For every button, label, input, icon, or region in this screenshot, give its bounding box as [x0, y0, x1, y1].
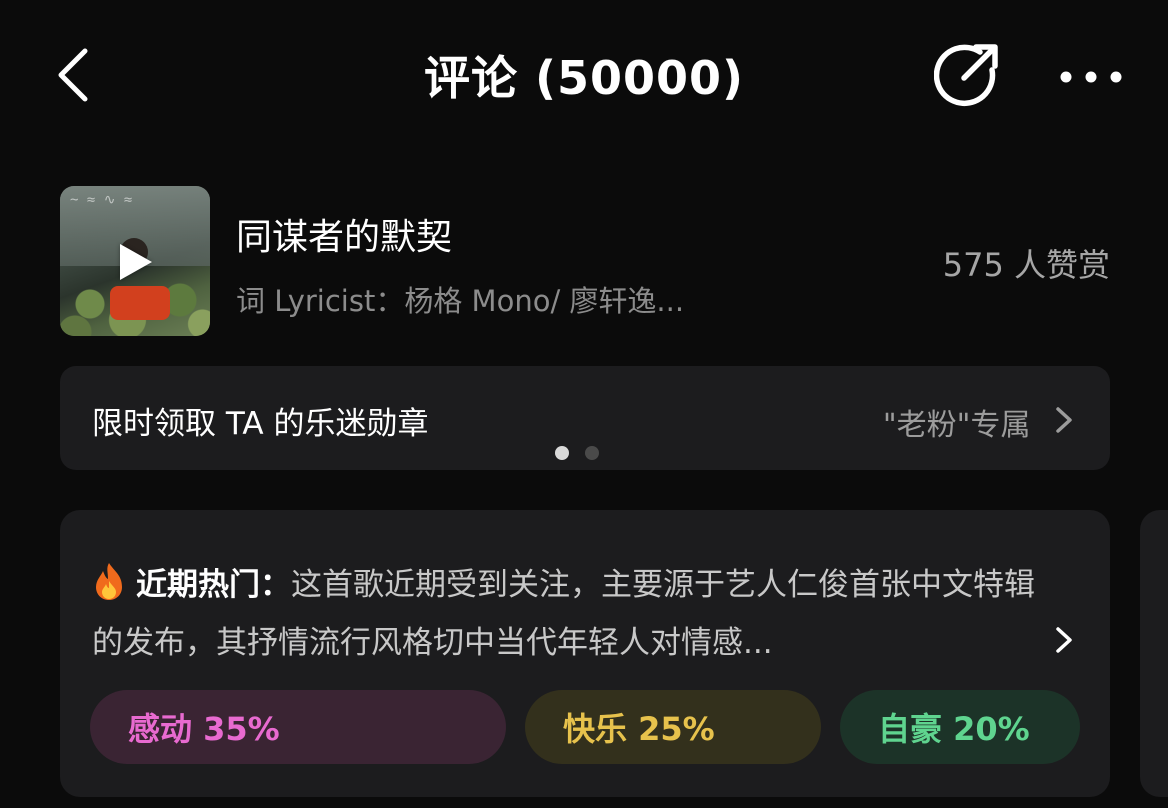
badge-text: 限时领取 TA 的乐迷勋章 [92, 406, 429, 442]
fire-icon [96, 563, 122, 600]
badge-right-label: "老粉"专属 [883, 400, 1070, 444]
chevron-right-icon [1056, 407, 1072, 433]
emotion-tags: 感动 35% 快乐 25% 自豪 20% [90, 690, 1080, 764]
share-icon [933, 44, 998, 107]
play-icon[interactable] [120, 244, 152, 280]
emotion-tag-happy[interactable]: 快乐 25% [525, 690, 821, 764]
song-info[interactable]: ~ ≈ ∿ ≈ 同谋者的默契 词 Lyricist：杨格 Mono/ 廖轩逸..… [60, 186, 1110, 336]
header: 评论 (50000) [0, 0, 1168, 150]
more-button[interactable] [1058, 60, 1124, 94]
chevron-right-icon[interactable] [1052, 626, 1076, 654]
song-credits: 词 Lyricist：杨格 Mono/ 廖轩逸... [236, 284, 685, 318]
pager-dots [555, 446, 599, 460]
song-title[interactable]: 同谋者的默契 [236, 208, 452, 260]
cover-chair [110, 286, 170, 320]
pager-dot [585, 446, 599, 460]
hot-card[interactable]: 近期热门：这首歌近期受到关注，主要源于艺人仁俊首张中文特辑的发布，其抒情流行风格… [60, 510, 1110, 797]
more-dots-icon [1060, 71, 1122, 83]
share-button[interactable] [933, 42, 1000, 108]
likes-count[interactable]: 575 人赞赏 [943, 240, 1110, 286]
emotion-tag-touched[interactable]: 感动 35% [90, 690, 506, 764]
album-cover[interactable]: ~ ≈ ∿ ≈ [60, 186, 210, 336]
badge-right-text: "老粉"专属 [882, 408, 1031, 443]
hot-summary: 近期热门：这首歌近期受到关注，主要源于艺人仁俊首张中文特辑的发布，其抒情流行风格… [92, 556, 1052, 672]
hot-label: 近期热门： [136, 567, 291, 603]
badge-banner[interactable]: 限时领取 TA 的乐迷勋章 "老粉"专属 [60, 366, 1110, 470]
emotion-tag-proud[interactable]: 自豪 20% [840, 690, 1080, 764]
next-card-peek[interactable] [1140, 510, 1168, 797]
pager-dot-active [555, 446, 569, 460]
cover-scribble: ~ ≈ ∿ ≈ [70, 192, 133, 208]
